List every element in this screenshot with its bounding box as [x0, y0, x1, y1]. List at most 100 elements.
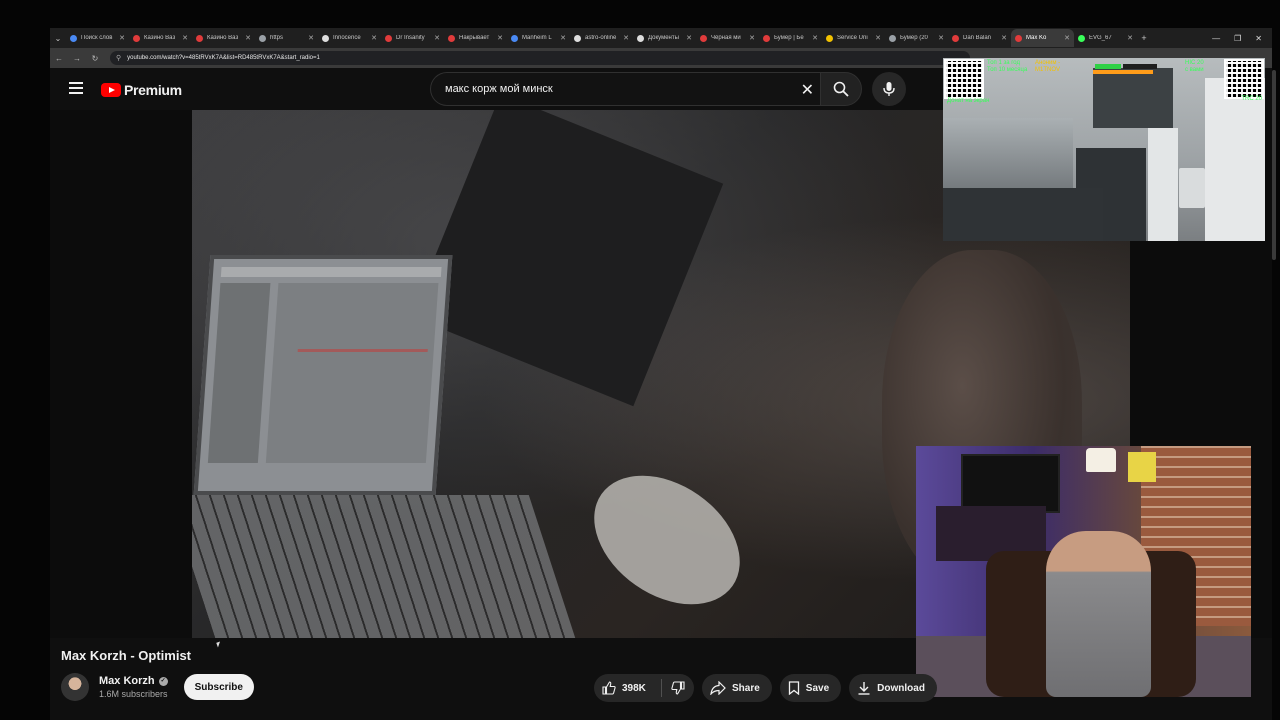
- tab-close-icon[interactable]: ✕: [1127, 34, 1133, 42]
- tab-close-icon[interactable]: ✕: [434, 34, 440, 42]
- tab-close-icon[interactable]: ✕: [623, 34, 629, 42]
- download-label: Download: [877, 682, 925, 694]
- new-tab-icon[interactable]: +: [1137, 33, 1151, 43]
- dislike-button[interactable]: [662, 681, 694, 695]
- tab-close-icon[interactable]: ✕: [308, 34, 314, 42]
- browser-tab[interactable]: Dan Balan ✕: [948, 29, 1011, 47]
- like-dislike-group: 398K: [594, 674, 694, 702]
- tab-close-icon[interactable]: ✕: [938, 34, 944, 42]
- tab-close-icon[interactable]: ✕: [119, 34, 125, 42]
- browser-tab[interactable]: EVG_67 ✕: [1074, 29, 1137, 47]
- tab-label: Бумер | Бе: [774, 35, 804, 41]
- tab-label: https: [270, 35, 284, 41]
- thumbs-down-icon: [671, 681, 685, 695]
- browser-tab[interactable]: Бумер | Бе ✕: [759, 29, 822, 47]
- channel-avatar[interactable]: [61, 673, 89, 701]
- streamer-webcam: [916, 446, 1251, 697]
- tab-label: Казино Ваз: [144, 35, 176, 41]
- page-scrollbar[interactable]: [1272, 70, 1276, 260]
- browser-tab[interactable]: Service Uni ✕: [822, 29, 885, 47]
- browser-tab[interactable]: Накрывает ✕: [444, 29, 507, 47]
- tab-close-icon[interactable]: ✕: [686, 34, 692, 42]
- tab-close-icon[interactable]: ✕: [560, 34, 566, 42]
- browser-tab[interactable]: Бумер (20 ✕: [885, 29, 948, 47]
- youtube-logo[interactable]: Premium: [101, 82, 182, 98]
- tab-close-icon[interactable]: ✕: [875, 34, 881, 42]
- overlay-donate-name: Аноним -: [1035, 60, 1061, 66]
- overlay-qr-caption: Донат на экран: [947, 98, 990, 104]
- like-button[interactable]: 398K: [594, 681, 661, 695]
- tab-label: Manheim L: [522, 35, 552, 41]
- brand-label: Premium: [124, 82, 182, 98]
- browser-tab[interactable]: Чёрная ми ✕: [696, 29, 759, 47]
- url-field[interactable]: ⚲ youtube.com/watch?v=485tRVxK7A&list=RD…: [110, 51, 970, 65]
- tab-label: EVG_67: [1089, 35, 1112, 41]
- window-controls: — ❐ ✕: [1212, 34, 1272, 43]
- tab-close-icon[interactable]: ✕: [245, 34, 251, 42]
- microphone-icon: [883, 82, 895, 96]
- minimize-icon[interactable]: —: [1212, 34, 1220, 43]
- share-button[interactable]: Share: [702, 674, 772, 702]
- browser-tab[interactable]: Dr Insanity ✕: [381, 29, 444, 47]
- share-label: Share: [732, 682, 760, 694]
- stream-frame-top: [0, 0, 1280, 28]
- video-frame-monitor: [410, 110, 724, 407]
- maximize-icon[interactable]: ❐: [1234, 34, 1241, 43]
- channel-name[interactable]: Max Korzh: [99, 675, 155, 687]
- tab-favicon-icon: [637, 34, 644, 42]
- tab-close-icon[interactable]: ✕: [182, 34, 188, 42]
- channel-name-row[interactable]: Max Korzh ✓: [99, 675, 168, 687]
- tab-favicon-icon: [511, 34, 518, 42]
- tab-close-icon[interactable]: ✕: [1064, 34, 1070, 42]
- channel-info: Max Korzh ✓ 1.6M subscribers: [99, 675, 168, 699]
- browser-tab[interactable]: Manheim L ✕: [507, 29, 570, 47]
- tab-favicon-icon: [763, 34, 770, 42]
- share-icon: [710, 681, 726, 695]
- search-button[interactable]: [820, 72, 862, 106]
- tab-favicon-icon: [322, 34, 329, 42]
- site-info-icon[interactable]: ⚲: [116, 54, 121, 62]
- mouse-cursor: [216, 641, 222, 648]
- browser-tab[interactable]: Казино Ваз ✕: [192, 29, 255, 47]
- tab-label: Чёрная ми: [711, 35, 741, 41]
- tab-close-icon[interactable]: ✕: [812, 34, 818, 42]
- close-window-icon[interactable]: ✕: [1255, 34, 1262, 43]
- tab-favicon-icon: [952, 34, 959, 42]
- like-count: 398K: [622, 682, 646, 694]
- tab-favicon-icon: [826, 34, 833, 42]
- bookmark-icon: [788, 681, 799, 695]
- browser-tab[interactable]: Документы ✕: [633, 29, 696, 47]
- save-button[interactable]: Save: [779, 674, 842, 702]
- browser-tab[interactable]: https ✕: [255, 29, 318, 47]
- subscribe-button[interactable]: Subscribe: [183, 674, 254, 700]
- overlay-top-year: Топ 1 за год: [987, 60, 1020, 66]
- overlay-right-line1: HIC 20: [1185, 60, 1204, 66]
- clear-search-icon[interactable]: ✕: [801, 80, 814, 100]
- tab-close-icon[interactable]: ✕: [749, 34, 755, 42]
- tab-label: Казино Ваз: [207, 35, 239, 41]
- back-icon[interactable]: ←: [50, 54, 68, 63]
- download-button[interactable]: Download: [849, 674, 937, 702]
- browser-tab[interactable]: Max Ko ✕: [1011, 29, 1074, 47]
- reload-icon[interactable]: ↻: [86, 54, 104, 63]
- tab-label: Max Ko: [1026, 35, 1047, 41]
- tab-label: Бумер (20: [900, 35, 928, 41]
- browser-tab[interactable]: astro-online ✕: [570, 29, 633, 47]
- tab-close-icon[interactable]: ✕: [371, 34, 377, 42]
- voice-search-button[interactable]: [872, 72, 906, 106]
- browser-tab-strip: ⌄ Поиск слов ✕ Казино Ваз ✕ Казино Ваз ✕ https…: [50, 28, 1272, 48]
- forward-icon[interactable]: →: [68, 54, 86, 63]
- tab-label: Innocence: [333, 35, 361, 41]
- tab-close-icon[interactable]: ✕: [497, 34, 503, 42]
- tab-close-icon[interactable]: ✕: [1001, 34, 1007, 42]
- tab-search-icon[interactable]: ⌄: [50, 30, 66, 46]
- download-icon: [858, 682, 870, 695]
- search-input[interactable]: макс корж мой минск ✕: [430, 72, 820, 106]
- tab-list: Поиск слов ✕ Казино Ваз ✕ Казино Ваз ✕ https ✕ I…: [66, 29, 1137, 47]
- browser-tab[interactable]: Казино Ваз ✕: [129, 29, 192, 47]
- tab-favicon-icon: [70, 34, 77, 42]
- browser-tab[interactable]: Поиск слов ✕: [66, 29, 129, 47]
- overlay-donate-line: M1TNOV: [1035, 67, 1061, 73]
- menu-icon[interactable]: [69, 82, 83, 94]
- browser-tab[interactable]: Innocence ✕: [318, 29, 381, 47]
